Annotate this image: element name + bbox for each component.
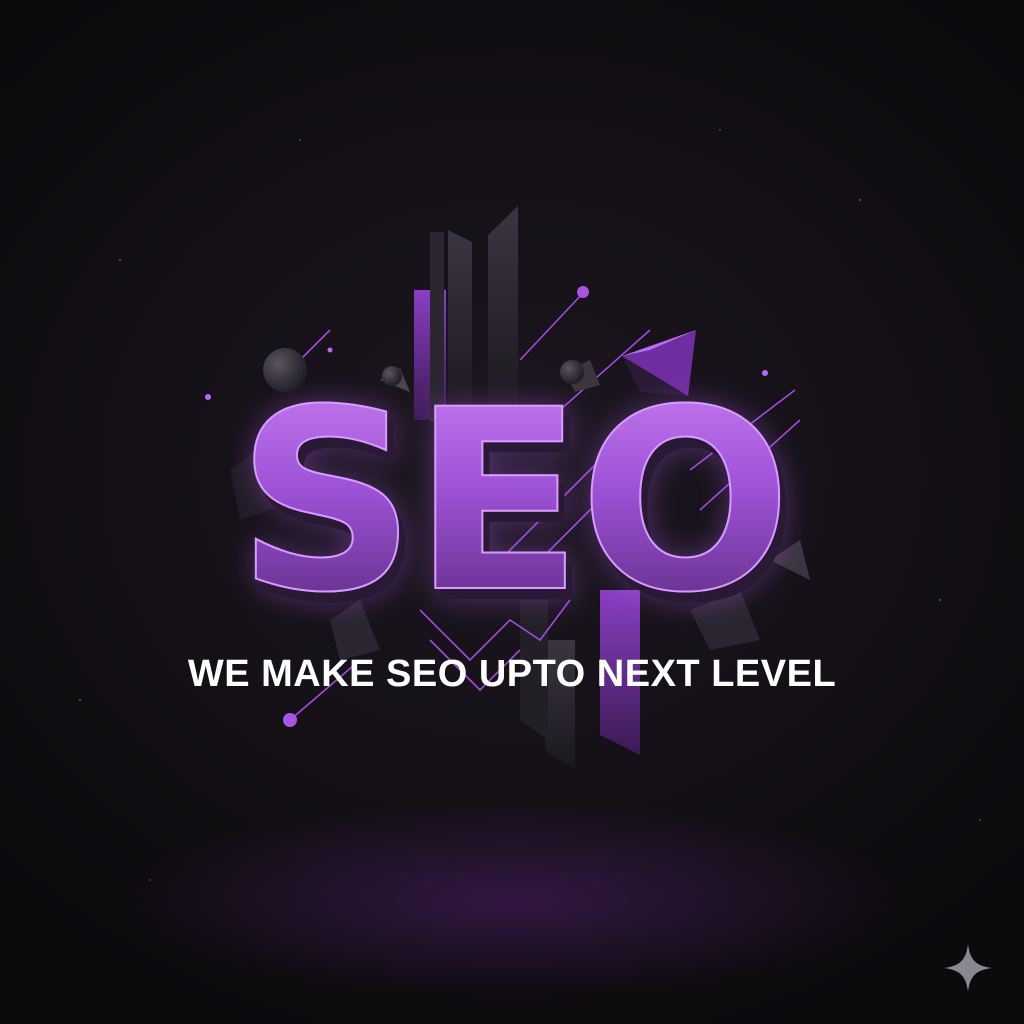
headline-seo: SEO [0,371,1024,633]
sparkle-icon [944,944,992,992]
tagline: WE MAKE SEO UPTO NEXT LEVEL [187,653,837,695]
poster-canvas: SEO WE MAKE SEO UPTO NEXT LEVEL [0,0,1024,1024]
